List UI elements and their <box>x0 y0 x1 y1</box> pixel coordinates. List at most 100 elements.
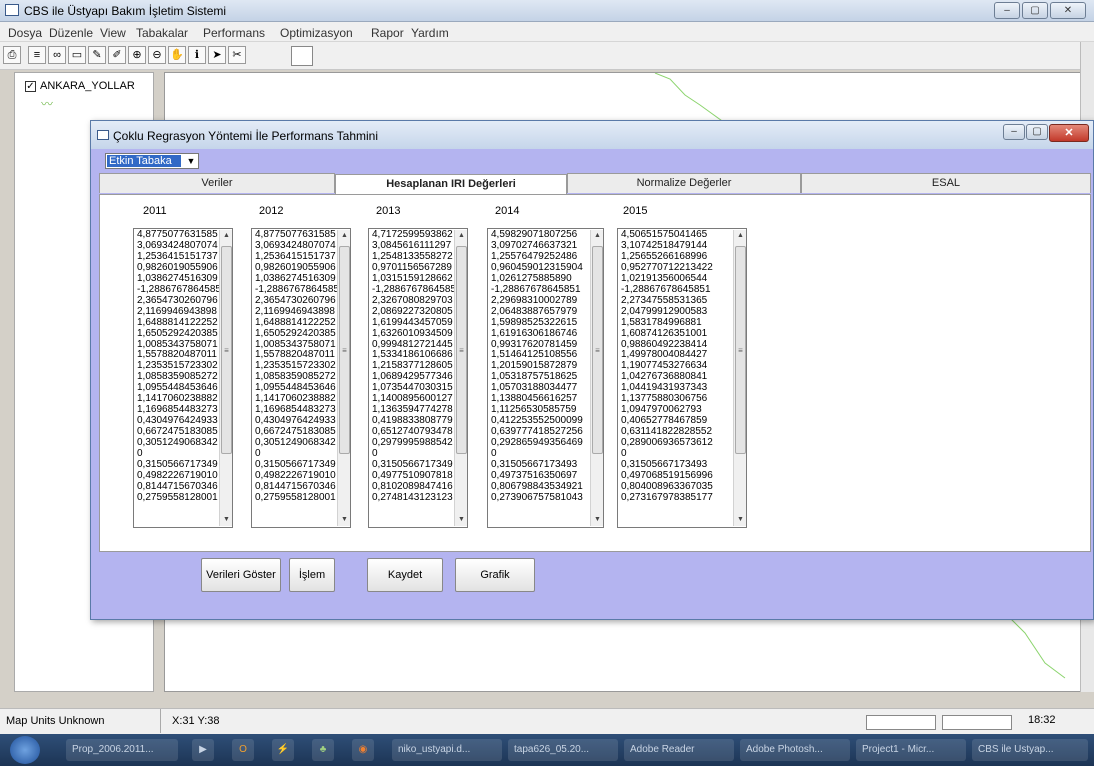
list-item[interactable]: 2,1169946943898 <box>137 306 219 318</box>
scroll-up-icon[interactable]: ▲ <box>220 230 232 242</box>
list-item[interactable]: 0,273167978385177 <box>621 492 733 504</box>
lightning-icon[interactable]: ⚡ <box>272 739 294 761</box>
tab-normalize[interactable]: Normalize Değerler <box>567 173 801 193</box>
status-combo-2[interactable] <box>942 715 1012 730</box>
scroll-thumb[interactable]: ≡ <box>592 246 603 454</box>
status-combo-1[interactable] <box>866 715 936 730</box>
taskbar-item[interactable]: Prop_2006.2011... <box>66 739 178 761</box>
taskbar-item[interactable]: tapa626_05.20... <box>508 739 618 761</box>
list-scrollbar[interactable]: ▲ ≡ ▼ <box>337 230 350 526</box>
pan-hand-icon[interactable]: ✋ <box>168 46 186 64</box>
list-item[interactable]: 1,6488814122252 <box>137 317 219 329</box>
list-item[interactable]: 0,289006936573612 <box>621 437 733 449</box>
menu-rapor[interactable]: Rapor <box>371 26 404 40</box>
list-scrollbar[interactable]: ▲ ≡ ▼ <box>454 230 467 526</box>
chevron-down-icon[interactable]: ▼ <box>184 155 198 167</box>
scroll-down-icon[interactable]: ▼ <box>591 514 603 526</box>
list-item[interactable]: 1,6505292420385 <box>255 328 337 340</box>
list-item[interactable]: 1,6326010934509 <box>372 328 454 340</box>
iri-list-2015[interactable]: 4,50651575041465 3,10742518479144 1,256552… <box>617 228 747 528</box>
layers-icon[interactable]: ≡ <box>28 46 46 64</box>
close-icon[interactable]: ✕ <box>1050 2 1086 19</box>
menu-dosya[interactable]: Dosya <box>8 26 42 40</box>
list-item[interactable]: 0,2759558128001 <box>255 492 337 504</box>
list-item[interactable]: 2,04799912900583 <box>621 306 733 318</box>
people-icon[interactable]: ♣ <box>312 739 334 761</box>
taskbar-item[interactable]: niko_ustyapi.d... <box>392 739 502 761</box>
print-icon[interactable]: ⎙ <box>3 46 21 64</box>
info-icon[interactable]: ℹ <box>188 46 206 64</box>
layer-select[interactable]: Etkin Tabaka ▼ <box>105 153 199 169</box>
menu-duzenle[interactable]: Düzenle <box>49 26 93 40</box>
firefox-icon[interactable]: ◉ <box>352 739 374 761</box>
menu-view[interactable]: View <box>100 26 126 40</box>
tab-veriler[interactable]: Veriler <box>99 173 335 193</box>
list-item[interactable]: 0,273906757581043 <box>491 492 590 504</box>
select-icon[interactable]: ➤ <box>208 46 226 64</box>
list-item[interactable]: 1,5831784996881 <box>621 317 733 329</box>
scroll-thumb[interactable]: ≡ <box>221 246 232 454</box>
taskbar-item[interactable]: Adobe Reader <box>624 739 734 761</box>
taskbar-item[interactable]: Project1 - Micr... <box>856 739 966 761</box>
toolbar-blank-box[interactable] <box>291 46 313 66</box>
remove-layer-icon[interactable]: ✐ <box>108 46 126 64</box>
menu-yardim[interactable]: Yardım <box>411 26 449 40</box>
islem-button[interactable]: İşlem <box>289 558 335 592</box>
tab-esal[interactable]: ESAL <box>801 173 1091 193</box>
list-item[interactable]: 1,6199443457059 <box>372 317 454 329</box>
list-item[interactable]: 0,2748143123123 <box>372 492 454 504</box>
list-item[interactable]: 1,6505292420385 <box>137 328 219 340</box>
kaydet-button[interactable]: Kaydet <box>367 558 443 592</box>
list-item[interactable]: 0,2759558128001 <box>137 492 219 504</box>
list-item[interactable]: 1,6488814122252 <box>255 317 337 329</box>
list-item[interactable]: 0,3051249068342 <box>255 437 337 449</box>
scroll-thumb[interactable]: ≡ <box>735 246 746 454</box>
list-item[interactable]: 2,0869227320805 <box>372 306 454 318</box>
dialog-close-icon[interactable]: ✕ <box>1049 124 1089 142</box>
scroll-thumb[interactable]: ≡ <box>456 246 467 454</box>
list-scrollbar[interactable]: ▲ ≡ ▼ <box>733 230 746 526</box>
list-scrollbar[interactable]: ▲ ≡ ▼ <box>590 230 603 526</box>
add-layer-icon[interactable]: ✎ <box>88 46 106 64</box>
media-player-icon[interactable]: ▶ <box>192 739 214 761</box>
list-item[interactable]: 1,61916306186746 <box>491 328 590 340</box>
taskbar-item[interactable]: CBS ile Ustyap... <box>972 739 1088 761</box>
scroll-down-icon[interactable]: ▼ <box>455 514 467 526</box>
iri-list-2012[interactable]: 4,8775077631585 3,0693424807074 1,25364151… <box>251 228 351 528</box>
list-scrollbar[interactable]: ▲ ≡ ▼ <box>219 230 232 526</box>
table-icon[interactable]: ▭ <box>68 46 86 64</box>
list-item[interactable]: 1,60874126351001 <box>621 328 733 340</box>
scroll-up-icon[interactable]: ▲ <box>338 230 350 242</box>
menu-performans[interactable]: Performans <box>203 26 265 40</box>
dialog-maximize-icon[interactable]: ▢ <box>1026 124 1048 140</box>
list-item[interactable]: 2,1169946943898 <box>255 306 337 318</box>
iri-list-2014[interactable]: 4,59829071807256 3,09702746637321 1,255764… <box>487 228 604 528</box>
measure-icon[interactable]: ✂ <box>228 46 246 64</box>
grafik-button[interactable]: Grafik <box>455 558 535 592</box>
menu-tabakalar[interactable]: Tabakalar <box>136 26 188 40</box>
taskbar-item[interactable]: Adobe Photosh... <box>740 739 850 761</box>
layer-checkbox[interactable]: ✓ <box>25 81 36 92</box>
list-item[interactable]: 0,3051249068342 <box>137 437 219 449</box>
iri-list-2013[interactable]: 4,7172599593862 3,0845616111297 1,25481335… <box>368 228 468 528</box>
iri-list-2011[interactable]: 4,8775077631585 3,0693424807074 1,25364151… <box>133 228 233 528</box>
list-item[interactable]: 0,2979995988542 <box>372 437 454 449</box>
zoom-in-icon[interactable]: ⊕ <box>128 46 146 64</box>
scroll-down-icon[interactable]: ▼ <box>338 514 350 526</box>
minimize-icon[interactable]: – <box>994 2 1020 19</box>
dialog-minimize-icon[interactable]: – <box>1003 124 1025 140</box>
maximize-icon[interactable]: ▢ <box>1022 2 1048 19</box>
binoculars-icon[interactable]: ∞ <box>48 46 66 64</box>
menu-optimizasyon[interactable]: Optimizasyon <box>280 26 353 40</box>
tab-hesaplanan-iri[interactable]: Hesaplanan IRI Değerleri <box>335 174 567 196</box>
scroll-up-icon[interactable]: ▲ <box>455 230 467 242</box>
office-icon[interactable]: O <box>232 739 254 761</box>
scroll-up-icon[interactable]: ▲ <box>734 230 746 242</box>
scroll-thumb[interactable]: ≡ <box>339 246 350 454</box>
list-item[interactable]: 1,59898525322615 <box>491 317 590 329</box>
scroll-up-icon[interactable]: ▲ <box>591 230 603 242</box>
list-item[interactable]: 0,292865949356469 <box>491 437 590 449</box>
layer-name[interactable]: ANKARA_YOLLAR <box>40 80 135 92</box>
start-button[interactable] <box>10 736 40 764</box>
zoom-out-icon[interactable]: ⊖ <box>148 46 166 64</box>
